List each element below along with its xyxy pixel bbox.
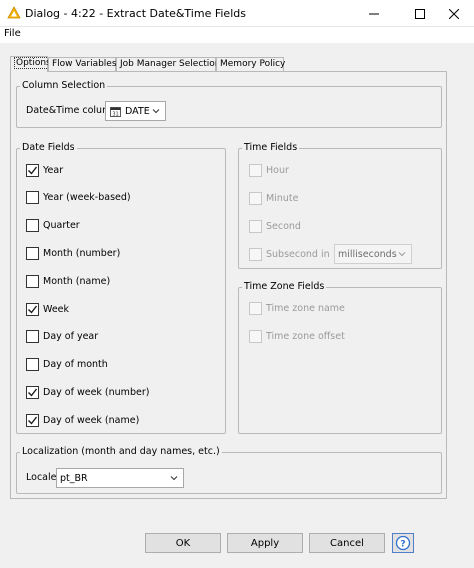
checkbox-label: Second [266, 220, 301, 232]
minimize-icon [369, 13, 379, 14]
ok-button[interactable]: OK [145, 533, 221, 553]
localization-title: Localization (month and day names, etc.) [20, 446, 222, 457]
maximize-icon [415, 8, 425, 19]
checkbox-time-zone-offset[interactable]: Time zone offset [249, 329, 345, 343]
checkbox-label: Time zone offset [266, 330, 345, 342]
checkbox-time-zone-name[interactable]: Time zone name [249, 301, 345, 315]
window-title: Dialog - 4:22 - Extract Date&Time Fields [25, 7, 246, 20]
checkbox-label: Hour [266, 164, 289, 176]
knime-app-icon [7, 6, 21, 19]
checkbox-label: Week [43, 303, 70, 315]
locale-label: Locale [26, 472, 57, 483]
checkbox-box[interactable] [249, 329, 262, 343]
help-icon: ? [395, 535, 411, 551]
checkbox-label: Day of week (number) [43, 386, 150, 398]
checkbox-day-of-year[interactable]: Day of year [26, 330, 98, 344]
minimize-button[interactable] [354, 0, 394, 27]
checkbox-quarter[interactable]: Quarter [26, 219, 80, 233]
checkbox-subsecond-in[interactable]: Subsecond in [249, 247, 330, 261]
tab-flow-variables[interactable]: Flow Variables [48, 57, 117, 72]
checkbox-day-of-month[interactable]: Day of month [26, 358, 108, 372]
tab-job-manager-selection[interactable]: Job Manager Selection [116, 57, 221, 72]
checkbox-day-of-week-name[interactable]: Day of week (name) [26, 413, 139, 427]
checkbox-box[interactable] [26, 163, 39, 177]
checkbox-month-name[interactable]: Month (name) [26, 274, 110, 288]
checkbox-label: Subsecond in [266, 248, 330, 260]
checkbox-label: Time zone name [266, 302, 345, 314]
checkbox-label: Month (number) [43, 247, 121, 259]
checkbox-label: Year (week-based) [43, 192, 131, 204]
checkbox-box[interactable] [26, 413, 39, 427]
checkbox-hour[interactable]: Hour [249, 163, 289, 177]
checkbox-label: Quarter [43, 220, 80, 232]
checkbox-week[interactable]: Week [26, 302, 69, 316]
checkbox-year[interactable]: Year [26, 163, 63, 177]
chevron-down-icon [170, 476, 178, 481]
checkbox-box[interactable] [26, 219, 39, 233]
checkbox-label: Day of week (name) [43, 414, 140, 426]
checkbox-box[interactable] [26, 246, 39, 260]
subsecond-unit-value: milliseconds [338, 248, 397, 260]
checkbox-year-week-based[interactable]: Year (week-based) [26, 191, 131, 205]
locale-select[interactable]: pt_BR [56, 468, 184, 488]
checkbox-box[interactable] [249, 219, 262, 233]
locale-value: pt_BR [60, 472, 88, 484]
checkmark-icon [28, 305, 38, 314]
checkbox-box[interactable] [249, 247, 262, 261]
checkbox-month-number[interactable]: Month (number) [26, 246, 120, 260]
checkbox-second[interactable]: Second [249, 219, 301, 233]
checkbox-label: Year [43, 164, 64, 176]
close-button[interactable] [434, 0, 474, 27]
apply-button[interactable]: Apply [227, 533, 303, 553]
checkbox-box[interactable] [26, 274, 39, 288]
checkbox-box[interactable] [26, 358, 39, 372]
tab-memory-policy[interactable]: Memory Policy [216, 57, 285, 72]
date-fields-title: Date Fields [20, 142, 77, 153]
time-zone-fields-title: Time Zone Fields [242, 281, 327, 292]
help-button[interactable]: ? [392, 533, 414, 553]
checkbox-label: Day of month [43, 359, 108, 371]
checkbox-box[interactable] [249, 163, 262, 177]
checkmark-icon [28, 416, 38, 425]
time-fields-title: Time Fields [242, 142, 300, 153]
tab-options[interactable]: Options [10, 56, 53, 72]
title-bar: Dialog - 4:22 - Extract Date&Time Fields [0, 0, 474, 27]
calendar-icon: 31 [110, 106, 121, 117]
date-time-column-label: Date&Time column [26, 105, 118, 116]
svg-text:?: ? [400, 540, 405, 550]
checkbox-label: Minute [266, 192, 299, 204]
chevron-down-icon [152, 109, 160, 114]
checkbox-box[interactable] [26, 302, 39, 316]
svg-text:31: 31 [112, 111, 118, 117]
menu-file[interactable]: File [4, 28, 21, 39]
checkbox-box[interactable] [26, 191, 39, 205]
subsecond-unit-select[interactable]: milliseconds [334, 244, 412, 264]
close-icon [449, 8, 459, 19]
checkbox-day-of-week-number[interactable]: Day of week (number) [26, 385, 149, 399]
checkmark-icon [28, 388, 38, 397]
checkbox-box[interactable] [26, 330, 39, 344]
cancel-button[interactable]: Cancel [309, 533, 385, 553]
menu-bar: File [0, 27, 474, 43]
date-time-column-select[interactable]: 31 DATE [105, 101, 166, 121]
checkbox-minute[interactable]: Minute [249, 191, 298, 205]
checkbox-box[interactable] [249, 191, 262, 205]
date-time-column-value: DATE [125, 105, 150, 117]
checkbox-label: Day of year [43, 331, 99, 343]
chevron-down-icon [398, 252, 406, 257]
checkmark-icon [28, 166, 38, 175]
column-selection-title: Column Selection [20, 80, 108, 91]
checkbox-box[interactable] [26, 385, 39, 399]
checkbox-box[interactable] [249, 301, 262, 315]
checkbox-label: Month (name) [43, 275, 111, 287]
